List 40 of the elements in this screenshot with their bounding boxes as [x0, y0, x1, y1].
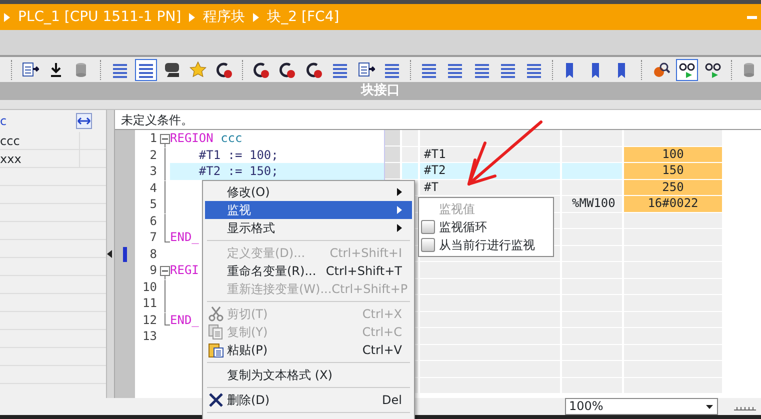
menu-item[interactable]: 监视: [205, 201, 412, 219]
table-cell: %MW100: [562, 196, 624, 212]
zoom-dropdown[interactable]: 100%: [565, 398, 718, 415]
menu-item[interactable]: 修改(O): [205, 183, 412, 201]
line-number: 2: [150, 148, 157, 162]
menu-item[interactable]: 重命名变量(R)... Ctrl+Shift+T: [205, 262, 412, 280]
code-line: #T1 := 100;: [198, 148, 278, 162]
variable-name[interactable]: xxx: [0, 150, 80, 167]
line-number: 5: [150, 197, 157, 211]
line-number: 10: [142, 280, 157, 294]
line-number: 3: [150, 164, 157, 178]
line-number: 12: [142, 312, 157, 326]
line-number: 11: [142, 296, 157, 310]
table-cell: #T: [420, 180, 562, 196]
menu-item[interactable]: 从当前行进行监视: [419, 236, 553, 254]
code-line: REGI: [170, 263, 199, 277]
menu-item[interactable]: 粘贴(P) Ctrl+V: [205, 341, 412, 359]
menu-item[interactable]: 监视循环: [419, 218, 553, 236]
menu-item[interactable]: 复制为文本格式 (X): [205, 366, 412, 384]
table-cell: #T2: [420, 163, 562, 180]
line-number: 8: [150, 246, 157, 260]
monitor-value: 250: [624, 180, 724, 196]
code-line: END_: [170, 230, 199, 244]
line-number: 9: [150, 263, 157, 277]
line-number: 1: [150, 131, 157, 145]
line-number: 7: [150, 230, 157, 244]
line-number: 4: [150, 180, 157, 194]
monitor-value: 16#0022: [624, 196, 724, 212]
code-line: REGION ccc: [170, 131, 242, 145]
code-line: END_: [170, 312, 199, 326]
variable-name[interactable]: ccc: [0, 132, 80, 149]
line-number: 6: [150, 214, 157, 228]
menu-item[interactable]: 删除(D) Del: [205, 391, 412, 409]
monitor-value: 100: [624, 146, 724, 163]
line-number: 13: [142, 329, 157, 343]
panel-title: 块接口: [361, 83, 400, 98]
panel-header-text: c: [0, 113, 7, 130]
code-line: #T2 := 150;: [198, 164, 278, 178]
menu-item[interactable]: 显示格式: [205, 219, 412, 237]
monitor-value: 150: [624, 163, 724, 180]
